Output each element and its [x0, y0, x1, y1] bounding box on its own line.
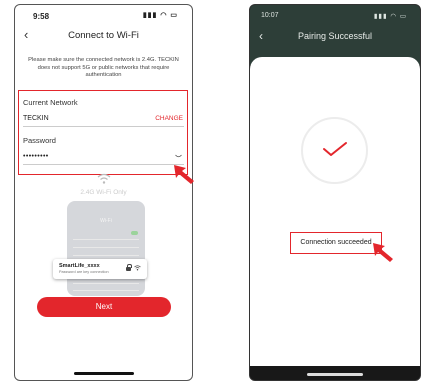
mock-row — [73, 283, 139, 284]
content-card: Connection succeeded — [250, 57, 420, 366]
lock-icon — [126, 264, 132, 271]
status-bar: 9:58 ▮▮▮ ◠ ▭ — [15, 5, 192, 25]
highlight-box: Connection succeeded — [290, 232, 382, 254]
mock-toggle — [131, 231, 138, 235]
eye-toggle-icon[interactable] — [175, 154, 182, 158]
connect-wifi-screen: 9:58 ▮▮▮ ◠ ▭ ‹ Connect to Wi-Fi Please m… — [14, 4, 193, 381]
popup-subtitle: Password are key connection — [59, 270, 109, 274]
status-icons: ▮▮▮ ◠ ▭ — [373, 13, 407, 20]
pointer-arrow-icon — [174, 165, 194, 184]
success-circle — [301, 117, 368, 184]
bottom-bar — [250, 366, 420, 380]
status-time: 10:07 — [261, 12, 279, 19]
mock-wifi-title: Wi-Fi — [100, 218, 112, 224]
wifi-icon — [97, 173, 110, 184]
change-network-button[interactable]: CHANGE — [155, 115, 183, 122]
status-time: 9:58 — [33, 12, 50, 21]
band-note: 2.4G Wi-Fi Only — [80, 189, 127, 196]
home-indicator — [307, 373, 363, 376]
pointer-arrow-icon — [373, 243, 393, 262]
page-title: Connect to Wi-Fi — [68, 30, 139, 41]
pairing-success-screen: 10:07 ▮▮▮ ◠ ▭ ‹ Pairing Successful Conne… — [249, 4, 421, 381]
popup-wifi-icon — [134, 265, 141, 271]
current-network-value: TECKIN — [23, 115, 49, 122]
password-underline — [23, 164, 184, 165]
phone-settings-illustration: Wi-Fi — [67, 201, 145, 296]
mock-row — [73, 255, 139, 256]
status-icons: ▮▮▮ ◠ ▭ — [142, 12, 178, 19]
page-title: Pairing Successful — [297, 31, 373, 41]
checkmark-icon — [323, 142, 347, 156]
nav-bar: ‹ Connect to Wi-Fi — [15, 27, 192, 44]
password-input[interactable]: ••••••••• — [23, 153, 49, 160]
password-label: Password — [23, 136, 56, 145]
network-popup: SmartLife_xxxx Password are key connecti… — [53, 259, 147, 279]
success-text: Connection succeeded — [300, 239, 372, 246]
current-network-label: Current Network — [23, 98, 78, 107]
mock-row — [73, 239, 139, 240]
network-notice: Please make sure the connected network i… — [28, 57, 179, 78]
popup-ssid: SmartLife_xxxx — [59, 263, 100, 269]
mock-row — [73, 247, 139, 248]
network-underline — [23, 126, 184, 127]
home-indicator — [73, 372, 134, 375]
next-button[interactable]: Next — [37, 297, 171, 317]
mock-row — [73, 290, 139, 291]
header: 10:07 ▮▮▮ ◠ ▭ ‹ Pairing Successful — [250, 5, 420, 65]
